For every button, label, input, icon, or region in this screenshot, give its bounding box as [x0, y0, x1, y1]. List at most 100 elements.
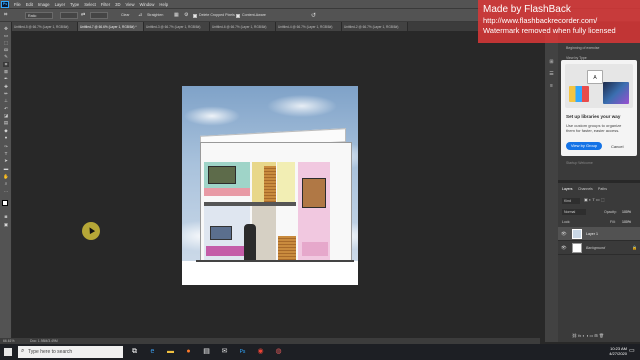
menu-window[interactable]: Window	[140, 2, 155, 7]
hand-icon[interactable]: ✋	[3, 174, 9, 179]
pen-icon[interactable]: ✑	[3, 144, 9, 149]
cancel-button[interactable]: Cancel	[611, 144, 623, 149]
brush-icon[interactable]: ✏	[3, 91, 9, 96]
zoom-level[interactable]: 66.61%	[3, 339, 15, 343]
foreground-color-swatch[interactable]	[2, 200, 8, 206]
visibility-eye-icon[interactable]: 👁	[561, 245, 567, 251]
ground-line	[196, 260, 354, 262]
menu-layer[interactable]: Layer	[55, 2, 65, 7]
opacity-value[interactable]: 100%	[622, 210, 631, 214]
photoshop-icon[interactable]: Ps	[238, 347, 247, 357]
couch-right	[302, 242, 328, 256]
menu-3d[interactable]: 3D	[115, 2, 120, 7]
clear-button[interactable]: Clear	[121, 13, 130, 17]
ratio-height-field[interactable]	[90, 12, 108, 19]
screen-mode-icon[interactable]: ▣	[3, 222, 9, 227]
taskbar-clock[interactable]: 10:23 AM 4/27/2020	[591, 346, 627, 358]
clock-date: 4/27/2020	[609, 351, 627, 356]
frame-icon[interactable]: ⊠	[3, 69, 9, 74]
more-icon[interactable]: …	[3, 188, 9, 193]
content-aware-checkbox[interactable]	[236, 13, 240, 18]
history-brush-icon[interactable]: ↶	[3, 106, 9, 111]
blend-mode-select[interactable]: Normal	[562, 209, 586, 215]
marquee-icon[interactable]: ⬚	[3, 40, 9, 45]
store-icon[interactable]: ▤	[202, 347, 211, 357]
crop-ratio-select[interactable]: Ratio	[25, 12, 53, 19]
history-panel-icon[interactable]: ⊞	[548, 59, 555, 65]
healing-icon[interactable]: ✚	[3, 84, 9, 89]
zoom-icon[interactable]: ⌕	[3, 181, 9, 186]
layer-name[interactable]: Layer 1	[586, 232, 598, 236]
straighten-button[interactable]: Straighten	[147, 13, 163, 17]
type-icon[interactable]: T	[3, 151, 9, 156]
crop-tool-icon[interactable]: ⌗	[4, 12, 7, 19]
layer-name[interactable]: Background	[586, 246, 605, 250]
chrome-icon[interactable]: ◉	[256, 347, 265, 357]
mail-icon[interactable]: ✉	[220, 347, 229, 357]
tab-untitled-5[interactable]: Untitled-5 @ 66.7% (Layer 1, RGB/8#)	[12, 22, 78, 31]
lasso-icon[interactable]: ꝏ	[3, 47, 9, 52]
opacity-label: Opacity:	[604, 210, 617, 214]
recorder-watermark: Made by FlashBack http://www.flashbackre…	[478, 0, 640, 43]
menu-select[interactable]: Select	[84, 2, 96, 7]
tab-paths[interactable]: Paths	[598, 187, 607, 191]
visibility-eye-icon[interactable]: 👁	[561, 231, 567, 237]
document-canvas[interactable]	[182, 86, 358, 285]
swap-icon[interactable]: ⇄	[81, 12, 85, 18]
edge-icon[interactable]: e	[148, 347, 157, 357]
notification-icon[interactable]: ▭	[629, 347, 635, 354]
menu-type[interactable]: Type	[70, 2, 79, 7]
delete-cropped-checkbox[interactable]	[193, 13, 197, 18]
overlay-grid-icon[interactable]: ▦	[174, 12, 179, 18]
menu-image[interactable]: Image	[38, 2, 50, 7]
taskbar-search-box[interactable]: ⌕ Type here to search	[18, 346, 123, 358]
view-by-group-button[interactable]: View by Group	[566, 142, 602, 150]
filter-icons[interactable]: ▣ ◐ T ▭ ⬚	[584, 197, 605, 202]
tab-untitled-6[interactable]: Untitled-6 @ 66.7% (Layer 1, RGB/8#)	[210, 22, 276, 31]
kind-filter[interactable]: Kind	[562, 198, 580, 204]
layer-bottom-icons[interactable]: ⛓ fx ◐ ◑ ▭ ⊞ 🗑	[572, 333, 604, 338]
tab-channels[interactable]: Channels	[578, 187, 593, 191]
blur-icon[interactable]: ◆	[3, 128, 9, 133]
tab-untitled-3[interactable]: Untitled-3 @ 66.7% (Layer 1, RGB/8#)	[144, 22, 210, 31]
crop-icon[interactable]: ⌗	[3, 62, 9, 67]
ratio-width-field[interactable]	[60, 12, 78, 19]
menu-filter[interactable]: Filter	[101, 2, 110, 7]
people-figures	[244, 224, 256, 262]
quick-select-icon[interactable]: ✎	[3, 54, 9, 59]
quick-mask-icon[interactable]: ◙	[3, 214, 9, 219]
menu-view[interactable]: View	[126, 2, 135, 7]
menu-file[interactable]: File	[14, 2, 21, 7]
eyedropper-icon[interactable]: ✒	[3, 76, 9, 81]
crop-settings-icon[interactable]: ⚙	[184, 12, 188, 18]
artboard-icon[interactable]: ▭	[3, 33, 9, 38]
windows-start-icon[interactable]	[4, 348, 12, 356]
shape-icon[interactable]: ▬	[3, 166, 9, 171]
straighten-icon[interactable]: ⊿	[138, 12, 142, 18]
path-select-icon[interactable]: ➤	[3, 158, 9, 163]
stamp-icon[interactable]: ⊥	[3, 98, 9, 103]
tab-untitled-7[interactable]: Untitled-7 @ 66.6% (Layer 1, RGB/8#) *	[78, 22, 144, 31]
fill-value[interactable]: 100%	[622, 220, 631, 224]
menu-help[interactable]: Help	[159, 2, 168, 7]
gradient-icon[interactable]: ▤	[3, 120, 9, 125]
move-tool-icon[interactable]: ✥	[3, 26, 9, 31]
layer-row-layer-1[interactable]: 👁 Layer 1	[558, 227, 640, 241]
recorder-icon[interactable]: ◍	[274, 347, 283, 357]
tab-layers[interactable]: Layers	[562, 187, 573, 191]
panel-icon-strip: ⊞ ☰ ≡	[545, 31, 558, 342]
menu-edit[interactable]: Edit	[26, 2, 33, 7]
layer-row-background[interactable]: 👁 Background 🔒	[558, 241, 640, 255]
fill-label: Fill:	[610, 220, 616, 224]
task-view-icon[interactable]: ⧉	[130, 347, 139, 357]
explorer-icon[interactable]: ▬	[166, 347, 175, 357]
firefox-icon[interactable]: ●	[184, 347, 193, 357]
reset-icon[interactable]: ↺	[311, 12, 316, 19]
libraries-panel-icon[interactable]: ☰	[548, 71, 555, 77]
tab-untitled-4[interactable]: Untitled-4 @ 66.7% (Layer 1, RGB/8#)	[276, 22, 342, 31]
eraser-icon[interactable]: ◪	[3, 113, 9, 118]
dodge-icon[interactable]: ●	[3, 135, 9, 140]
properties-panel-icon[interactable]: ≡	[548, 83, 555, 89]
tab-untitled-2[interactable]: Untitled-2 @ 66.7% (Layer 1, RGB/8#)	[342, 22, 408, 31]
layer-thumbnail	[572, 243, 582, 253]
